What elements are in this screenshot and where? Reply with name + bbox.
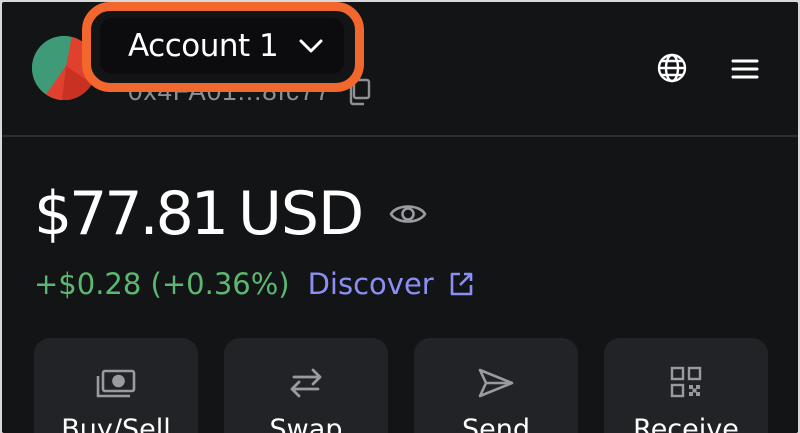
balance-amount: $77.81 <box>34 179 229 249</box>
swap-arrows-icon <box>290 368 322 398</box>
receive-label: Receive <box>633 414 739 433</box>
receive-button[interactable]: Receive <box>604 338 768 433</box>
wallet-screen: 0x4FA01...8fc77 Account 1 <box>2 2 798 433</box>
balance-currency: USD <box>237 179 364 249</box>
send-button[interactable]: Send <box>414 338 578 433</box>
balance-row: $77.81 USD <box>34 178 427 250</box>
balance-change-row: +$0.28 (+0.36%) Discover <box>34 264 474 304</box>
send-icon <box>478 368 514 398</box>
cash-icon <box>96 369 136 398</box>
account-selector-button[interactable]: Account 1 <box>100 18 344 74</box>
buy-sell-label: Buy/Sell <box>61 414 171 433</box>
account-header: 0x4FA01...8fc77 Account 1 <box>2 2 798 137</box>
hamburger-menu-icon[interactable] <box>730 54 760 84</box>
send-label: Send <box>461 414 530 433</box>
swap-label: Swap <box>269 414 343 433</box>
action-buttons: Buy/Sell Swap Send Receive <box>34 338 768 433</box>
qr-code-icon <box>670 366 702 398</box>
external-link-icon <box>450 272 473 296</box>
globe-icon[interactable] <box>656 52 688 84</box>
chevron-down-icon <box>299 39 323 53</box>
buy-sell-button[interactable]: Buy/Sell <box>34 338 198 433</box>
eye-icon[interactable] <box>389 199 427 229</box>
discover-link[interactable]: Discover <box>308 267 474 301</box>
discover-label: Discover <box>307 267 434 301</box>
balance-change: +$0.28 (+0.36%) <box>34 267 290 301</box>
swap-button[interactable]: Swap <box>224 338 388 433</box>
account-name: Account 1 <box>128 28 279 64</box>
